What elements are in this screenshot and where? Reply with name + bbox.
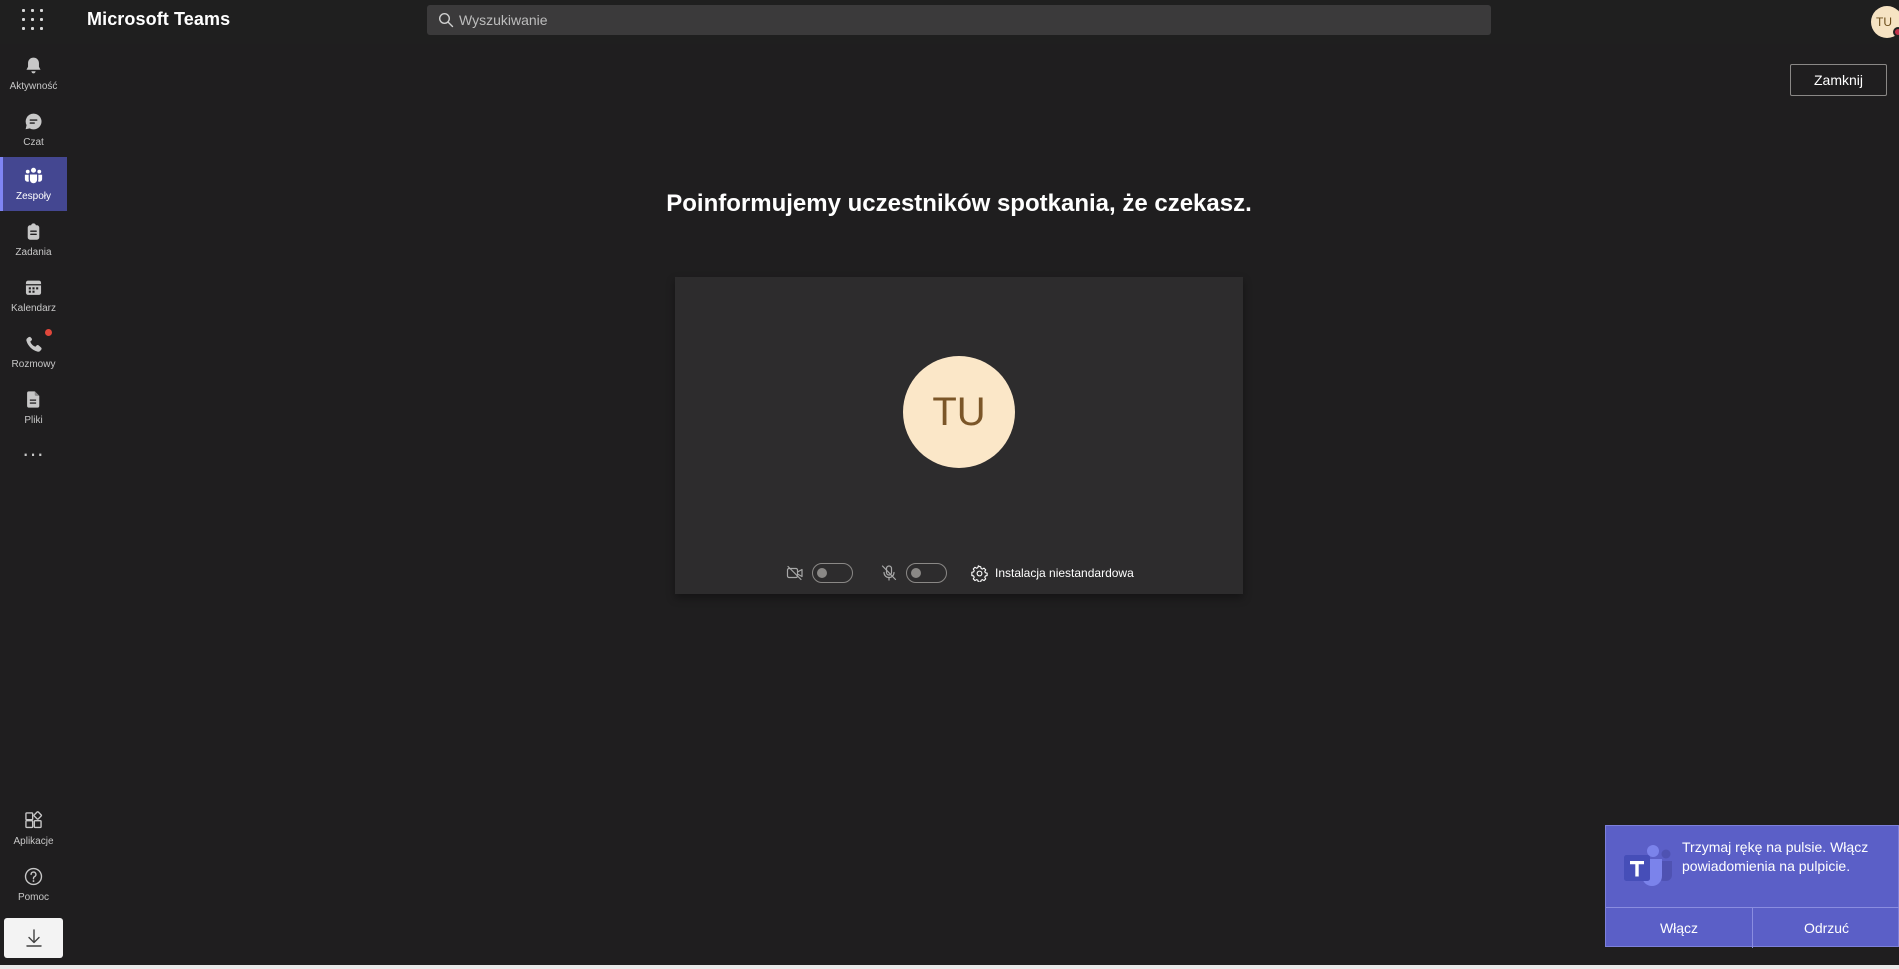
notification-dot [45, 329, 52, 336]
app-launcher-icon[interactable] [22, 9, 44, 31]
camera-off-icon [786, 565, 803, 581]
rail-item-apps[interactable]: Aplikacje [0, 802, 67, 856]
microphone-toggle[interactable] [906, 563, 947, 583]
phone-icon [26, 335, 42, 352]
rail-item-help[interactable]: Pomoc [0, 858, 67, 912]
rail-item-calls[interactable]: Rozmowy [0, 325, 67, 379]
rail-item-teams[interactable]: Zespoły [0, 157, 67, 211]
rail-item-calendar[interactable]: Kalendarz [0, 269, 67, 323]
rail-label: Pomoc [17, 892, 50, 903]
search-box[interactable] [427, 5, 1491, 35]
notification-toast: Trzymaj rękę na pulsie. Włącz powiadomie… [1605, 825, 1899, 948]
chat-icon [25, 113, 42, 130]
rail-item-tasks[interactable]: Zadania [0, 213, 67, 267]
app-rail: Aktywność Czat Zespoły Zadania Kalendarz… [0, 44, 67, 969]
rail-label: Zespoły [15, 191, 51, 202]
presence-badge [1893, 27, 1899, 37]
rail-label: Aktywność [9, 81, 58, 92]
teams-icon [24, 167, 43, 184]
teams-logo-icon [1624, 845, 1672, 886]
avatar: TU [903, 356, 1015, 468]
calendar-icon [25, 280, 42, 295]
taskbar-edge [0, 965, 1899, 969]
mic-off-icon [881, 565, 897, 581]
search-input[interactable] [457, 5, 1477, 35]
bell-icon [26, 57, 41, 74]
search-icon [438, 12, 454, 28]
device-controls: Instalacja niestandardowa [675, 561, 1243, 585]
apps-icon [25, 811, 43, 829]
download-icon [26, 929, 42, 947]
gear-icon [971, 565, 988, 582]
toast-actions: Włącz Odrzuć [1606, 907, 1899, 948]
profile-initials: TU [1876, 15, 1892, 29]
camera-toggle[interactable] [812, 563, 853, 583]
rail-item-chat[interactable]: Czat [0, 103, 67, 157]
dismiss-button[interactable]: Odrzuć [1753, 908, 1899, 948]
more-apps-button[interactable]: ··· [20, 443, 46, 468]
top-bar: Microsoft Teams TU [0, 0, 1899, 44]
app-title: Microsoft Teams [87, 9, 231, 29]
rail-item-files[interactable]: Pliki [0, 381, 67, 435]
page-title: Poinformujemy uczestników spotkania, że … [666, 190, 1252, 217]
rail-label: Pliki [24, 415, 43, 426]
download-app-button[interactable] [4, 918, 63, 958]
video-preview: TU Instalacja niestandardowa [675, 277, 1243, 594]
close-button[interactable]: Zamknij [1790, 64, 1887, 96]
toast-message: Trzymaj rękę na pulsie. Włącz powiadomie… [1682, 839, 1869, 874]
rail-label: Rozmowy [11, 359, 56, 370]
enable-notifications-button[interactable]: Włącz [1606, 908, 1753, 948]
settings-label: Instalacja niestandardowa [995, 566, 1134, 580]
rail-label: Aplikacje [13, 836, 54, 847]
rail-label: Kalendarz [10, 303, 57, 314]
rail-item-activity[interactable]: Aktywność [0, 47, 67, 101]
toggle-knob [911, 568, 921, 578]
profile-avatar[interactable]: TU [1871, 6, 1899, 38]
rail-label: Czat [23, 137, 44, 148]
tasks-icon [27, 223, 40, 240]
toggle-knob [817, 568, 827, 578]
file-icon [27, 391, 40, 408]
rail-label: Zadania [15, 247, 52, 258]
help-icon [24, 867, 43, 886]
